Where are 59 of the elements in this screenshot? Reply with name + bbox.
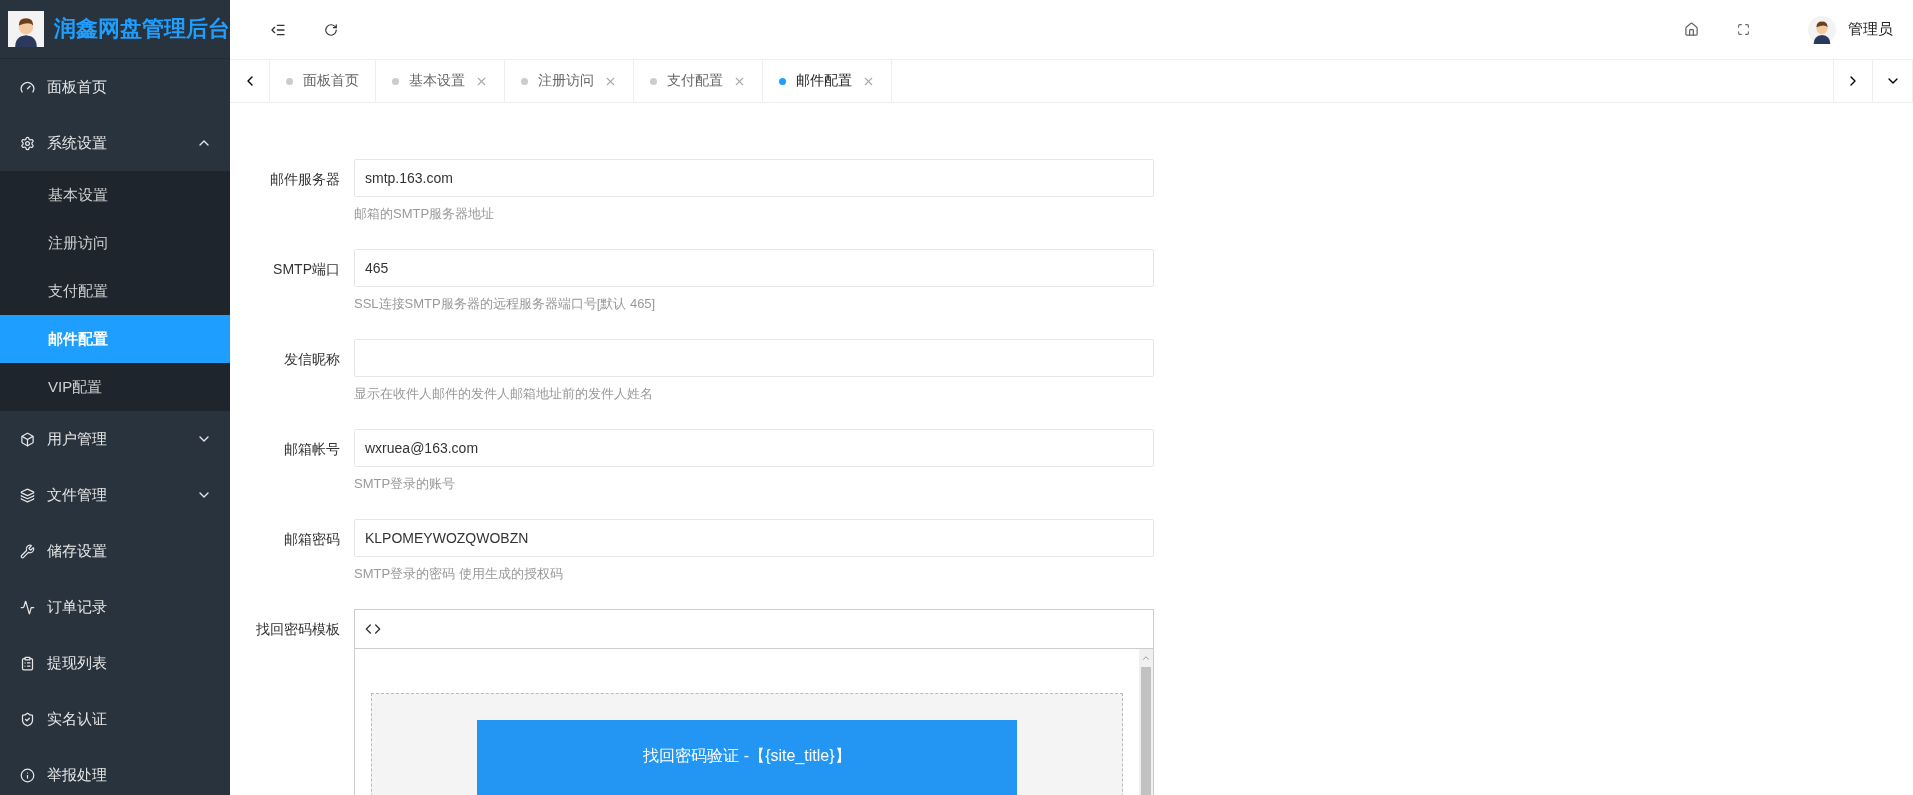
input-field[interactable]: KLPOMEYWOZQWOBZN bbox=[354, 519, 1154, 557]
submenu-item[interactable]: 基本设置 bbox=[0, 171, 230, 219]
status-dot bbox=[779, 77, 786, 85]
submenu-item[interactable]: VIP配置 bbox=[0, 363, 230, 411]
avatar-icon bbox=[1808, 15, 1836, 44]
home-icon[interactable] bbox=[1684, 22, 1699, 37]
sidebar-item[interactable]: 提现列表 bbox=[0, 635, 230, 691]
sidebar-item[interactable]: 举报处理 bbox=[0, 747, 230, 795]
page-tab[interactable]: 邮件配置 bbox=[763, 60, 892, 102]
tools-icon bbox=[20, 543, 35, 559]
app-title: 润鑫网盘管理后台 bbox=[54, 15, 230, 43]
status-dot bbox=[286, 77, 293, 85]
page-tab[interactable]: 支付配置 bbox=[634, 60, 763, 102]
cube-icon bbox=[20, 431, 35, 447]
field-hint: 显示在收件人邮件的发件人邮箱地址前的发件人姓名 bbox=[354, 385, 654, 403]
page-tab[interactable]: 注册访问 bbox=[505, 60, 634, 102]
pulse-icon bbox=[20, 599, 35, 615]
scroll-right-button[interactable] bbox=[1833, 60, 1873, 102]
avatar-icon bbox=[8, 11, 44, 47]
field-hint: 邮箱的SMTP服务器地址 bbox=[354, 205, 496, 223]
gear-icon bbox=[20, 135, 35, 151]
sidebar-item[interactable]: 订单记录 bbox=[0, 579, 230, 635]
field-label: 邮件服务器 bbox=[269, 170, 341, 189]
sidebar-item[interactable]: 系统设置 bbox=[0, 115, 230, 171]
layers-icon bbox=[20, 487, 35, 503]
shield-icon bbox=[20, 711, 35, 727]
status-dot bbox=[521, 77, 528, 85]
sidebar-item[interactable]: 实名认证 bbox=[0, 691, 230, 747]
sidebar-item[interactable]: 面板首页 bbox=[0, 59, 230, 115]
info-icon bbox=[20, 767, 35, 783]
sidebar-item[interactable]: 储存设置 bbox=[0, 523, 230, 579]
field-hint: SMTP登录的密码 使用生成的授权码 bbox=[354, 565, 564, 583]
submenu-item[interactable]: 支付配置 bbox=[0, 267, 230, 315]
user-name[interactable]: 管理员 bbox=[1848, 20, 1893, 39]
clipboard-icon bbox=[20, 655, 35, 671]
code-view-icon[interactable] bbox=[365, 621, 381, 637]
page-tab[interactable]: 基本设置 bbox=[376, 60, 505, 102]
sidebar-item[interactable]: 文件管理 bbox=[0, 467, 230, 523]
input-field[interactable]: wxruea@163.com bbox=[354, 429, 1154, 467]
email-banner: 找回密码验证 -【{site_title}】 bbox=[477, 720, 1017, 795]
refresh-icon[interactable] bbox=[324, 22, 338, 37]
sidebar-item[interactable]: 用户管理 bbox=[0, 411, 230, 467]
field-label: SMTP端口 bbox=[272, 260, 341, 279]
page-tab[interactable]: 面板首页 bbox=[270, 60, 376, 102]
field-label: 发信昵称 bbox=[283, 350, 341, 369]
input-field[interactable]: smtp.163.com bbox=[354, 159, 1154, 197]
submenu-item[interactable]: 注册访问 bbox=[0, 219, 230, 267]
input-field[interactable]: 465 bbox=[354, 249, 1154, 287]
input-field[interactable] bbox=[354, 339, 1154, 377]
status-dot bbox=[392, 77, 399, 85]
field-label: 找回密码模板 bbox=[255, 620, 341, 639]
field-label: 邮箱帐号 bbox=[283, 440, 341, 459]
scroll-up-icon[interactable] bbox=[1141, 653, 1151, 663]
field-label: 邮箱密码 bbox=[283, 530, 341, 549]
field-hint: SSL连接SMTP服务器的远程服务器端口号[默认 465] bbox=[354, 295, 657, 313]
gauge-icon bbox=[20, 79, 35, 95]
fullscreen-icon[interactable] bbox=[1737, 23, 1750, 36]
status-dot bbox=[650, 77, 657, 85]
field-hint: SMTP登录的账号 bbox=[354, 475, 457, 493]
